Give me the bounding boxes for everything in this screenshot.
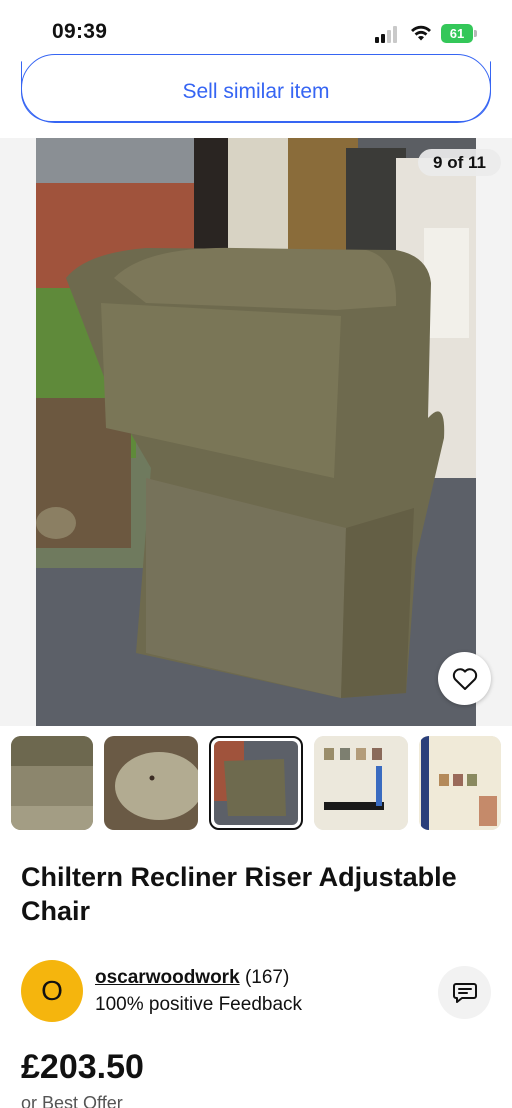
sell-similar-label: Sell similar item (182, 79, 330, 103)
heart-icon (452, 667, 477, 690)
main-product-photo[interactable] (36, 138, 476, 726)
thumbnail-chair-back[interactable] (209, 736, 303, 830)
battery-level: 61 (449, 26, 465, 41)
thumbnail-riser-recliners-brochure[interactable] (419, 736, 501, 830)
image-gallery[interactable]: 9 of 11 (0, 138, 512, 726)
seller-name-row: oscarwoodwork (167) (95, 967, 289, 989)
battery-icon: 61 (441, 24, 477, 43)
sell-similar-button[interactable]: Sell similar item (20, 54, 491, 123)
listing-title: Chiltern Recliner Riser Adjustable Chair (21, 862, 457, 926)
image-counter: 9 of 11 (418, 149, 501, 176)
avatar[interactable]: O (21, 960, 83, 1022)
seller-name-link[interactable]: oscarwoodwork (95, 967, 240, 988)
status-time: 09:39 (52, 20, 108, 43)
best-offer-label: or Best Offer (21, 1093, 123, 1108)
seller-feedback-count: (167) (244, 967, 290, 988)
signal-icon (375, 25, 401, 43)
thumbnail-armrest-closeup[interactable] (104, 736, 198, 830)
watch-button[interactable] (438, 652, 491, 705)
thumbnail-fabric-closeup[interactable] (11, 736, 93, 830)
chair-back-photo (36, 138, 476, 726)
message-seller-button[interactable] (438, 966, 491, 1019)
status-bar: 09:39 61 (0, 0, 512, 62)
listing-price: £203.50 (21, 1048, 144, 1086)
thumbnail-strip[interactable] (0, 726, 512, 844)
seller-info: O oscarwoodwork (167) 100% positive Feed… (21, 958, 491, 1024)
sell-similar-section: Sell similar item (0, 54, 512, 138)
seller-feedback-percent: 100% positive Feedback (95, 994, 303, 1015)
wifi-icon (411, 25, 431, 41)
message-icon (452, 982, 477, 1003)
thumbnail-colour-chart[interactable] (314, 736, 408, 830)
